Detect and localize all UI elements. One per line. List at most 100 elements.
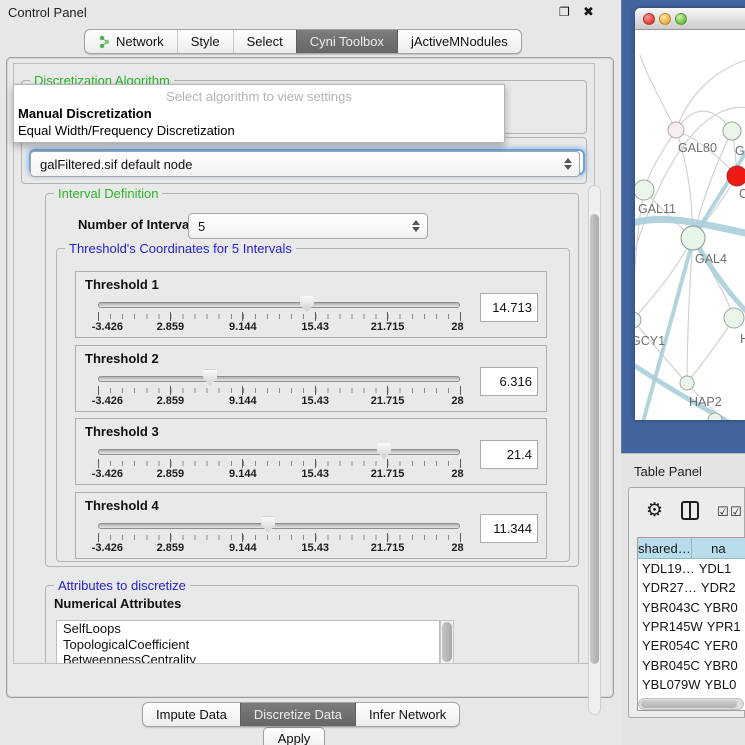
node-label: GAL80	[678, 141, 717, 155]
table-row[interactable]: YBR045CYBR0	[638, 655, 745, 674]
slider-tick-labels: -3.4262.8599.14415.4321.71528	[98, 468, 460, 480]
slider-track[interactable]	[98, 302, 460, 308]
slider-track[interactable]	[98, 376, 460, 382]
network-edge[interactable]	[687, 318, 734, 383]
network-node-c[interactable]	[727, 166, 745, 186]
slider-track[interactable]	[98, 523, 460, 529]
control-panel-tabstrip: NetworkStyle Select Cyni Toolbox jActiveMNo…	[84, 29, 522, 54]
table-data-combo[interactable]: galFiltered.sif default node	[30, 151, 580, 177]
threshold-slider[interactable]: -3.4262.8599.14415.4321.71528	[98, 446, 460, 480]
network-node-h[interactable]	[724, 308, 744, 328]
checkbox-icon[interactable]: ☑	[717, 504, 729, 520]
threshold-slider[interactable]: -3.4262.8599.14415.4321.71528	[98, 299, 460, 333]
zoom-traffic-light-icon[interactable]	[675, 13, 687, 25]
thresholds-group-title: Threshold's Coordinates for 5 Intervals	[65, 241, 296, 256]
network-edge-thick[interactable]	[693, 238, 745, 314]
bottom-tabstrip: Impute Data Discretize Data Infer Network	[142, 702, 460, 727]
close-window-icon[interactable]: ✖	[583, 4, 594, 20]
network-edge-thick[interactable]	[643, 240, 693, 420]
apply-button[interactable]: Apply	[263, 727, 325, 745]
network-node-gcy1[interactable]	[635, 312, 641, 328]
attributes-scrollbar[interactable]	[440, 620, 454, 664]
columns-icon[interactable]	[681, 501, 699, 520]
popup-item-manual-discretization[interactable]: Manual Discretization	[14, 105, 504, 122]
screen: Control Panel ❐ ✖ NetworkStyle Select Cyni…	[0, 0, 745, 745]
tab-cyni-toolbox[interactable]: Cyni Toolbox	[296, 30, 397, 53]
table-hscrollbar[interactable]	[638, 698, 744, 710]
threshold-4-box: Threshold 4 -3.4262.8599.14415.4321.71528…	[75, 492, 547, 559]
slider-tick-labels: -3.4262.8599.14415.4321.71528	[98, 395, 460, 407]
tab-label: Impute Data	[156, 707, 227, 722]
node-label: H	[740, 332, 745, 346]
slider-thumb[interactable]	[377, 443, 391, 459]
panel-scrollbar[interactable]	[588, 185, 601, 715]
network-window-frame: GAL80GACGAL11GAL4GCY1HHAP2	[621, 0, 745, 453]
network-edge[interactable]	[640, 55, 676, 130]
slider-ticks	[98, 312, 460, 321]
control-panel-title: Control Panel	[8, 5, 87, 20]
table-row[interactable]: YER054CYER0	[638, 636, 745, 655]
threshold-slider[interactable]: -3.4262.8599.14415.4321.71528	[98, 520, 460, 554]
threshold-label: Threshold 1	[85, 277, 159, 292]
column-header-1[interactable]: shared…	[638, 538, 692, 559]
gear-icon[interactable]: ⚙	[646, 499, 663, 522]
threshold-label: Threshold 4	[85, 498, 159, 513]
threshold-value-field[interactable]: 6.316	[480, 367, 538, 396]
cell-name: YER0	[700, 638, 745, 653]
tab-select[interactable]: Select	[233, 30, 296, 53]
attributes-group-title: Attributes to discretize	[54, 578, 190, 593]
tab-label: jActiveMNodules	[411, 34, 508, 49]
popup-item-equal-width-frequency-discretization[interactable]: Equal Width/Frequency Discretization	[14, 122, 504, 139]
slider-ticks	[98, 459, 460, 468]
slider-tick-labels: -3.4262.8599.14415.4321.71528	[98, 542, 460, 554]
tab-style[interactable]: Style	[177, 30, 233, 53]
tab-label: Cyni Toolbox	[310, 34, 384, 49]
minimize-traffic-light-icon[interactable]	[659, 13, 671, 25]
table-row[interactable]: YDL19…YDL1	[638, 559, 745, 578]
slider-track[interactable]	[98, 449, 460, 455]
bottom-tab-impute-data[interactable]: Impute Data	[143, 703, 240, 726]
float-window-icon[interactable]: ❐	[559, 5, 570, 19]
num-intervals-combo[interactable]: 5	[188, 213, 428, 239]
threshold-value-field[interactable]: 11.344	[480, 514, 538, 543]
slider-ticks	[98, 533, 460, 542]
network-canvas[interactable]: GAL80GACGAL11GAL4GCY1HHAP2	[635, 30, 745, 420]
cell-shared-name: YDL19…	[638, 561, 695, 576]
tab-label: Select	[247, 34, 283, 49]
attribute-item-betweennesscentrality[interactable]: BetweennessCentrality	[57, 652, 439, 664]
numerical-attributes-list[interactable]: SelfLoopsTopologicalCoefficientBetweenne…	[56, 620, 440, 664]
cell-name: YDR2	[697, 580, 745, 595]
network-node-ga[interactable]	[723, 122, 741, 140]
bottom-tab-discretize-data[interactable]: Discretize Data	[240, 703, 355, 726]
network-node-gal11[interactable]	[635, 180, 654, 200]
bottom-tab-infer-network[interactable]: Infer Network	[355, 703, 459, 726]
attribute-item-selfloops[interactable]: SelfLoops	[57, 621, 439, 637]
network-node-hap2[interactable]	[680, 376, 694, 390]
tab-network[interactable]: Network	[85, 30, 177, 53]
tab-jactivemnodules[interactable]: jActiveMNodules	[397, 30, 521, 53]
table-row[interactable]: YDR27…YDR2	[638, 578, 745, 597]
cell-name: YBR0	[700, 600, 745, 615]
network-edge[interactable]	[676, 60, 745, 130]
num-intervals-value: 5	[198, 219, 205, 234]
threshold-3-box: Threshold 3-3.4262.8599.14415.4321.71528…	[75, 418, 547, 485]
checkbox-icon[interactable]: ☑	[730, 504, 742, 520]
slider-thumb[interactable]	[261, 517, 275, 533]
table-row[interactable]: YBR043CYBR0	[638, 598, 745, 617]
network-node-gal80[interactable]	[668, 122, 684, 138]
attribute-item-topologicalcoefficient[interactable]: TopologicalCoefficient	[57, 637, 439, 653]
cell-name: YPR1	[703, 619, 745, 634]
column-header-2[interactable]: na	[692, 538, 745, 559]
close-traffic-light-icon[interactable]	[643, 13, 655, 25]
table-row[interactable]: YPR145WYPR1	[638, 617, 745, 636]
slider-thumb[interactable]	[203, 370, 217, 386]
slider-thumb[interactable]	[300, 296, 314, 312]
threshold-slider[interactable]: -3.4262.8599.14415.4321.71528	[98, 373, 460, 407]
table-row[interactable]: YBL079WYBL0	[638, 675, 745, 694]
network-window-titlebar[interactable]	[635, 8, 745, 30]
threshold-value-field[interactable]: 14.713	[480, 293, 538, 322]
cell-shared-name: YPR145W	[638, 619, 703, 634]
threshold-value-field[interactable]: 21.4	[480, 440, 538, 469]
network-node-gal4[interactable]	[681, 226, 705, 250]
tab-label: Infer Network	[369, 707, 446, 722]
